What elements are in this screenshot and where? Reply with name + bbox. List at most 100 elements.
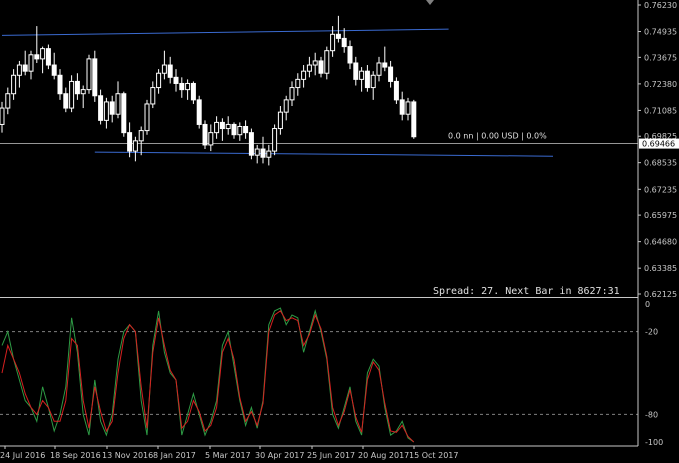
candle[interactable] xyxy=(69,75,75,113)
candle-body-down xyxy=(45,48,51,66)
candle[interactable] xyxy=(347,40,353,70)
shift-marker-icon[interactable] xyxy=(426,0,434,5)
candle-body-down xyxy=(196,99,202,125)
candle-body-down xyxy=(382,62,388,68)
candle-body-up xyxy=(237,126,243,136)
candle[interactable] xyxy=(5,87,11,115)
candle[interactable] xyxy=(324,46,330,80)
candle[interactable] xyxy=(86,54,92,94)
candle-body-down xyxy=(92,58,98,97)
candle[interactable] xyxy=(283,95,289,121)
candle[interactable] xyxy=(185,79,191,100)
candle[interactable] xyxy=(144,99,150,135)
candle-body-up xyxy=(11,74,17,95)
candle[interactable] xyxy=(393,77,399,104)
candle[interactable] xyxy=(22,50,28,76)
candle[interactable] xyxy=(312,52,318,76)
oscillator-axis-label: -100 xyxy=(645,438,663,447)
candle[interactable] xyxy=(98,89,104,125)
candle[interactable] xyxy=(202,120,208,150)
candle[interactable] xyxy=(376,56,382,82)
candle[interactable] xyxy=(289,81,295,107)
candle[interactable] xyxy=(16,60,22,88)
candle[interactable] xyxy=(40,46,46,74)
candle-body-down xyxy=(399,99,405,115)
candle[interactable] xyxy=(382,46,388,72)
candle[interactable] xyxy=(225,116,231,135)
candle[interactable] xyxy=(277,106,283,135)
stochastic-main-line[interactable] xyxy=(1,307,415,443)
channel-upper-line[interactable] xyxy=(1,28,449,36)
candle-body-up xyxy=(208,132,214,146)
candle[interactable] xyxy=(63,87,69,113)
candle[interactable] xyxy=(121,91,127,137)
stochastic-signal-line[interactable] xyxy=(1,310,415,443)
trade-info-label: 0.0 nn | 0.00 USD | 0.0% xyxy=(448,132,547,141)
candle-body-up xyxy=(40,48,46,60)
candle[interactable] xyxy=(370,71,376,100)
candle[interactable] xyxy=(405,97,411,121)
candle[interactable] xyxy=(150,81,156,109)
candle[interactable] xyxy=(231,122,237,139)
candle[interactable] xyxy=(266,144,272,166)
candle[interactable] xyxy=(51,52,57,80)
candle[interactable] xyxy=(103,97,109,129)
trading-chart[interactable]: 0.0 nn | 0.00 USD | 0.0% Spread: 27. Next… xyxy=(0,0,679,463)
candle[interactable] xyxy=(115,81,121,119)
candle[interactable] xyxy=(219,118,225,141)
candle[interactable] xyxy=(92,50,98,102)
candle-body-down xyxy=(353,62,359,80)
candle[interactable] xyxy=(74,73,80,100)
candle-body-up xyxy=(254,148,260,156)
candle[interactable] xyxy=(341,28,347,53)
price-panel[interactable]: 0.0 nn | 0.00 USD | 0.0% Spread: 27. Next… xyxy=(0,0,638,297)
candle[interactable] xyxy=(132,136,138,162)
candle-body-down xyxy=(388,66,394,82)
candle[interactable] xyxy=(248,128,254,160)
candle[interactable] xyxy=(272,124,278,156)
candle[interactable] xyxy=(11,69,17,100)
candle[interactable] xyxy=(138,126,144,156)
candle[interactable] xyxy=(353,56,359,86)
candle[interactable] xyxy=(80,85,86,109)
candle[interactable] xyxy=(254,144,260,164)
candle[interactable] xyxy=(399,91,405,121)
candle[interactable] xyxy=(34,26,40,63)
candle-body-up xyxy=(405,101,411,115)
candle[interactable] xyxy=(109,95,115,123)
candle[interactable] xyxy=(45,44,51,70)
candle[interactable] xyxy=(237,122,243,141)
candle[interactable] xyxy=(335,15,341,43)
candle[interactable] xyxy=(28,50,34,80)
candle[interactable] xyxy=(156,69,162,94)
candle[interactable] xyxy=(57,69,63,100)
candle[interactable] xyxy=(260,136,266,164)
candle[interactable] xyxy=(190,81,196,104)
candle[interactable] xyxy=(318,56,324,78)
candle[interactable] xyxy=(208,124,214,152)
candle[interactable] xyxy=(196,95,202,129)
candle[interactable] xyxy=(173,69,179,92)
candle-body-up xyxy=(289,87,295,101)
candle-body-down xyxy=(347,46,353,64)
candle[interactable] xyxy=(167,56,173,84)
candle[interactable] xyxy=(0,101,5,133)
candle[interactable] xyxy=(306,56,312,78)
channel-lower-line[interactable] xyxy=(94,151,554,157)
candle[interactable] xyxy=(295,73,301,96)
candle[interactable] xyxy=(161,50,167,80)
candle[interactable] xyxy=(359,67,365,92)
candle[interactable] xyxy=(214,116,220,139)
candle[interactable] xyxy=(243,120,249,139)
candle[interactable] xyxy=(301,65,307,88)
stochastic-panel[interactable] xyxy=(0,307,638,443)
candle[interactable] xyxy=(388,60,394,88)
date-axis-label: 20 Aug 2017 xyxy=(358,451,409,460)
candle[interactable] xyxy=(364,65,370,92)
candle-body-up xyxy=(161,64,167,74)
candle[interactable] xyxy=(411,99,417,139)
candle[interactable] xyxy=(179,77,185,98)
date-axis-label: 15 Oct 2017 xyxy=(409,451,458,460)
price-axis-label: 0.64680 xyxy=(644,238,677,247)
candle-body-down xyxy=(51,64,57,76)
